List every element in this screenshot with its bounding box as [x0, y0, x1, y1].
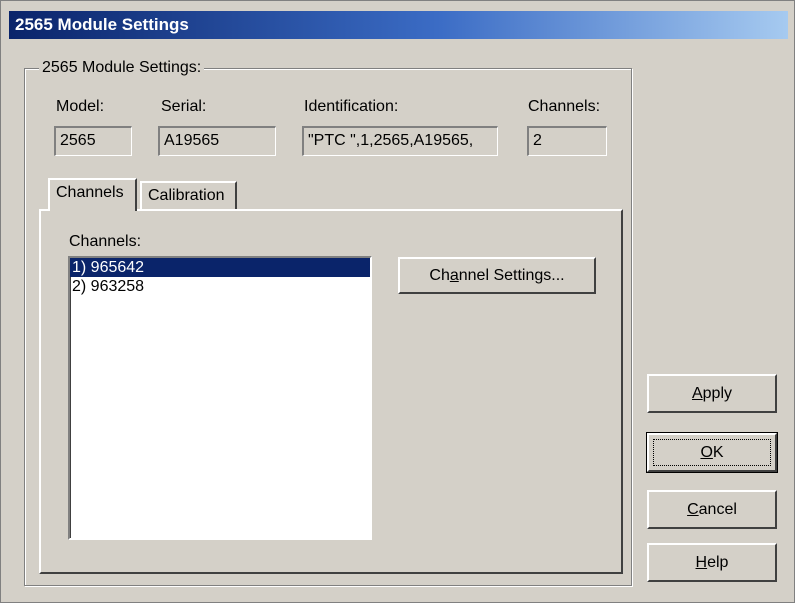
- cancel-button[interactable]: Cancel: [647, 490, 777, 529]
- tab-calibration-label: Calibration: [148, 187, 225, 204]
- serial-value: A19565: [164, 132, 220, 149]
- identification-field[interactable]: "PTC ",1,2565,A19565,: [302, 126, 498, 156]
- serial-field[interactable]: A19565: [158, 126, 276, 156]
- model-label: Model:: [56, 98, 105, 115]
- channel-settings-button[interactable]: Channel Settings...: [398, 257, 596, 294]
- list-item[interactable]: 1) 965642: [70, 258, 370, 277]
- identification-value: "PTC ",1,2565,A19565,: [308, 132, 474, 149]
- model-field[interactable]: 2565: [54, 126, 132, 156]
- tab-calibration[interactable]: Calibration: [140, 181, 237, 211]
- group-legend: 2565 Module Settings:: [39, 59, 205, 77]
- model-value: 2565: [60, 132, 96, 149]
- window-title: 2565 Module Settings: [15, 15, 189, 34]
- focus-rectangle: [653, 439, 771, 466]
- channels-count-value: 2: [533, 132, 542, 149]
- help-button[interactable]: Help: [647, 543, 777, 582]
- identification-label: Identification:: [304, 98, 399, 115]
- channels-count-field[interactable]: 2: [527, 126, 607, 156]
- title-bar[interactable]: 2565 Module Settings: [9, 11, 788, 39]
- ok-button[interactable]: OK: [646, 432, 778, 473]
- channels-list-label: Channels:: [69, 233, 142, 250]
- channels-count-label: Channels:: [528, 98, 601, 115]
- list-item[interactable]: 2) 963258: [70, 277, 370, 296]
- tab-channels-label: Channels: [56, 184, 124, 201]
- serial-label: Serial:: [161, 98, 207, 115]
- tab-channels[interactable]: Channels: [48, 178, 137, 211]
- apply-button[interactable]: Apply: [647, 374, 777, 413]
- channels-listbox[interactable]: 1) 965642 2) 963258: [68, 256, 372, 540]
- module-settings-dialog: 2565 Module Settings 2565 Module Setting…: [0, 0, 795, 603]
